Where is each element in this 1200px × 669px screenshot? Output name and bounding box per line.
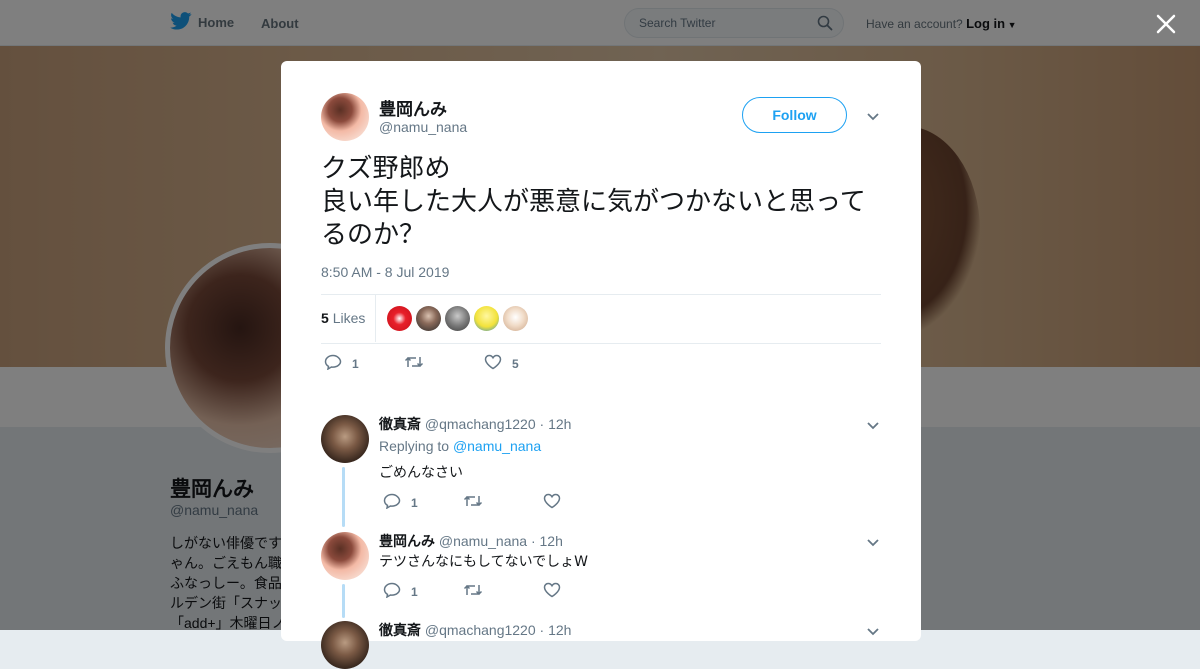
reply-time[interactable]: · 12h <box>540 622 572 638</box>
like-action[interactable] <box>543 493 571 512</box>
reply-author-handle: @qmachang1220 <box>424 622 536 638</box>
likes-stat[interactable]: 5 Likes <box>321 310 365 326</box>
liker-avatar[interactable] <box>416 306 441 331</box>
reply-avatar[interactable] <box>321 532 369 580</box>
thread-line <box>342 584 345 618</box>
reply-count: 1 <box>411 584 418 599</box>
reply-actions: 1 <box>383 493 571 512</box>
reply-action[interactable]: 1 <box>383 493 463 512</box>
tweet-stats: 5 Likes <box>321 294 881 344</box>
thread-line <box>342 467 345 527</box>
author-name[interactable]: 豊岡んみ <box>379 95 447 120</box>
like-count: 5 <box>512 356 519 371</box>
reply-icon <box>383 582 401 601</box>
author-avatar[interactable] <box>321 93 369 141</box>
liker-avatar[interactable] <box>387 306 412 331</box>
reply-count: 1 <box>411 495 418 510</box>
chevron-down-icon[interactable] <box>866 535 880 553</box>
tweet-modal: 豊岡んみ @namu_nana Follow クズ野郎め 良い年した大人が悪意に… <box>281 61 921 669</box>
heart-icon <box>543 493 561 512</box>
like-action[interactable]: 5 <box>484 354 519 373</box>
chevron-down-icon[interactable] <box>866 624 880 642</box>
chevron-down-icon[interactable] <box>866 109 880 127</box>
author-handle[interactable]: @namu_nana <box>379 119 467 135</box>
reply-action[interactable]: 1 <box>383 582 463 601</box>
reply-author-name: 徹真斎 <box>379 622 421 638</box>
tweet-actions: 1 5 <box>324 354 519 373</box>
retweet-icon <box>463 583 483 600</box>
follow-button[interactable]: Follow <box>742 97 847 133</box>
likes-count: 5 <box>321 310 329 326</box>
retweet-action[interactable] <box>404 355 484 372</box>
reply-author[interactable]: 豊岡んみ @namu_nana · 12h <box>379 531 563 551</box>
reply-text: ごめんなさい <box>379 465 463 481</box>
reply-time[interactable]: · 12h <box>540 416 572 432</box>
retweet-action[interactable] <box>463 494 543 511</box>
reply-text: テツさんなにもしてないでしょW <box>379 554 589 570</box>
reply-icon <box>324 354 342 373</box>
reply-author[interactable]: 徹真斎 @qmachang1220 · 12h <box>379 620 571 640</box>
tweet-timestamp[interactable]: 8:50 AM - 8 Jul 2019 <box>321 264 449 280</box>
reply-time[interactable]: · 12h <box>531 533 563 549</box>
reply-avatar[interactable] <box>321 415 369 463</box>
chevron-down-icon[interactable] <box>866 418 880 436</box>
tweet-text: クズ野郎め 良い年した大人が悪意に気がつかないと思ってるのか？ <box>321 154 866 250</box>
liker-avatar[interactable] <box>474 306 499 331</box>
heart-icon <box>543 582 561 601</box>
liker-avatar[interactable] <box>503 306 528 331</box>
replying-to-prefix: Replying to <box>379 438 450 454</box>
likes-label: Likes <box>332 310 366 326</box>
reply-count: 1 <box>352 356 359 371</box>
reply-author[interactable]: 徹真斎 @qmachang1220 · 12h <box>379 414 571 434</box>
close-icon[interactable] <box>1154 12 1178 41</box>
retweet-icon <box>463 494 483 511</box>
reply-icon <box>383 493 401 512</box>
like-action[interactable] <box>543 582 571 601</box>
retweet-icon <box>404 355 424 372</box>
retweet-action[interactable] <box>463 583 543 600</box>
reply-author-handle: @namu_nana <box>438 533 528 549</box>
replying-to: Replying to @namu_nana <box>379 438 541 454</box>
reply-avatar[interactable] <box>321 621 369 669</box>
heart-icon <box>484 354 502 373</box>
reply-actions: 1 <box>383 582 571 601</box>
reply-author-name: 徹真斎 <box>379 416 421 432</box>
reply-author-handle: @qmachang1220 <box>424 416 536 432</box>
reply-action[interactable]: 1 <box>324 354 404 373</box>
liker-avatar[interactable] <box>445 306 470 331</box>
stats-divider <box>375 295 376 342</box>
replying-to-link[interactable]: @namu_nana <box>453 438 541 454</box>
likers-avatars <box>387 306 528 331</box>
reply-author-name: 豊岡んみ <box>379 533 435 549</box>
